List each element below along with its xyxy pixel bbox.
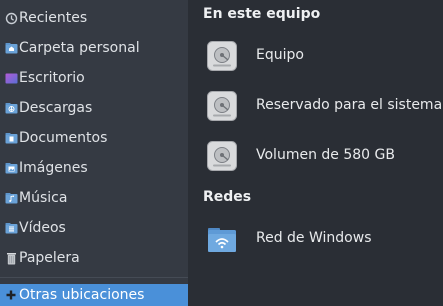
- sidebar-item-musica[interactable]: Música: [0, 183, 188, 213]
- sidebar: Recientes Carpeta personal Escritorio De…: [0, 0, 188, 306]
- network-row-red-de-windows[interactable]: Red de Windows: [188, 216, 443, 260]
- sidebar-item-recientes[interactable]: Recientes: [0, 3, 188, 33]
- hard-drive-icon: [207, 141, 237, 171]
- network-label: Red de Windows: [256, 230, 372, 246]
- drive-row-volumen-580[interactable]: Volumen de 580 GB: [188, 133, 443, 177]
- videos-folder-icon: [4, 221, 18, 235]
- sidebar-item-label: Vídeos: [19, 220, 66, 236]
- sidebar-item-label: Música: [19, 190, 68, 206]
- drive-row-reservado[interactable]: Reservado para el sistema: [188, 83, 443, 127]
- sidebar-item-descargas[interactable]: Descargas: [0, 93, 188, 123]
- sidebar-item-label: Papelera: [19, 250, 80, 266]
- pictures-folder-icon: [4, 161, 18, 175]
- sidebar-item-label: Descargas: [19, 100, 93, 116]
- music-folder-icon: [4, 191, 18, 205]
- sidebar-item-label: Escritorio: [19, 70, 85, 86]
- sidebar-item-label: Recientes: [19, 10, 88, 26]
- sidebar-separator: [0, 277, 188, 278]
- documents-folder-icon: [4, 131, 18, 145]
- drive-label: Reservado para el sistema: [256, 97, 443, 113]
- hard-drive-icon: [207, 41, 237, 71]
- desktop-folder-icon: [4, 71, 18, 85]
- section-title-this-computer: En este equipo: [203, 6, 321, 22]
- drive-row-equipo[interactable]: Equipo: [188, 33, 443, 77]
- trash-icon: [4, 251, 18, 265]
- drive-label: Volumen de 580 GB: [256, 147, 395, 163]
- recent-icon: [4, 11, 18, 25]
- sidebar-item-documentos[interactable]: Documentos: [0, 123, 188, 153]
- downloads-folder-icon: [4, 101, 18, 115]
- sidebar-item-otras-ubicaciones[interactable]: Otras ubicaciones: [0, 284, 188, 306]
- sidebar-item-imagenes[interactable]: Imágenes: [0, 153, 188, 183]
- drive-label: Equipo: [256, 47, 304, 63]
- other-locations-view: En este equipo Equipo Reservado para el …: [188, 0, 443, 306]
- sidebar-item-label: Otras ubicaciones: [19, 287, 145, 303]
- home-folder-icon: [4, 41, 18, 55]
- sidebar-item-videos[interactable]: Vídeos: [0, 213, 188, 243]
- network-folder-icon: [207, 224, 237, 254]
- plus-icon: [4, 288, 18, 302]
- sidebar-item-label: Imágenes: [19, 160, 88, 176]
- sidebar-item-carpeta-personal[interactable]: Carpeta personal: [0, 33, 188, 63]
- sidebar-item-label: Documentos: [19, 130, 108, 146]
- sidebar-item-escritorio[interactable]: Escritorio: [0, 63, 188, 93]
- section-title-networks: Redes: [203, 189, 252, 205]
- sidebar-item-papelera[interactable]: Papelera: [0, 243, 188, 273]
- sidebar-item-label: Carpeta personal: [19, 40, 140, 56]
- hard-drive-icon: [207, 91, 237, 121]
